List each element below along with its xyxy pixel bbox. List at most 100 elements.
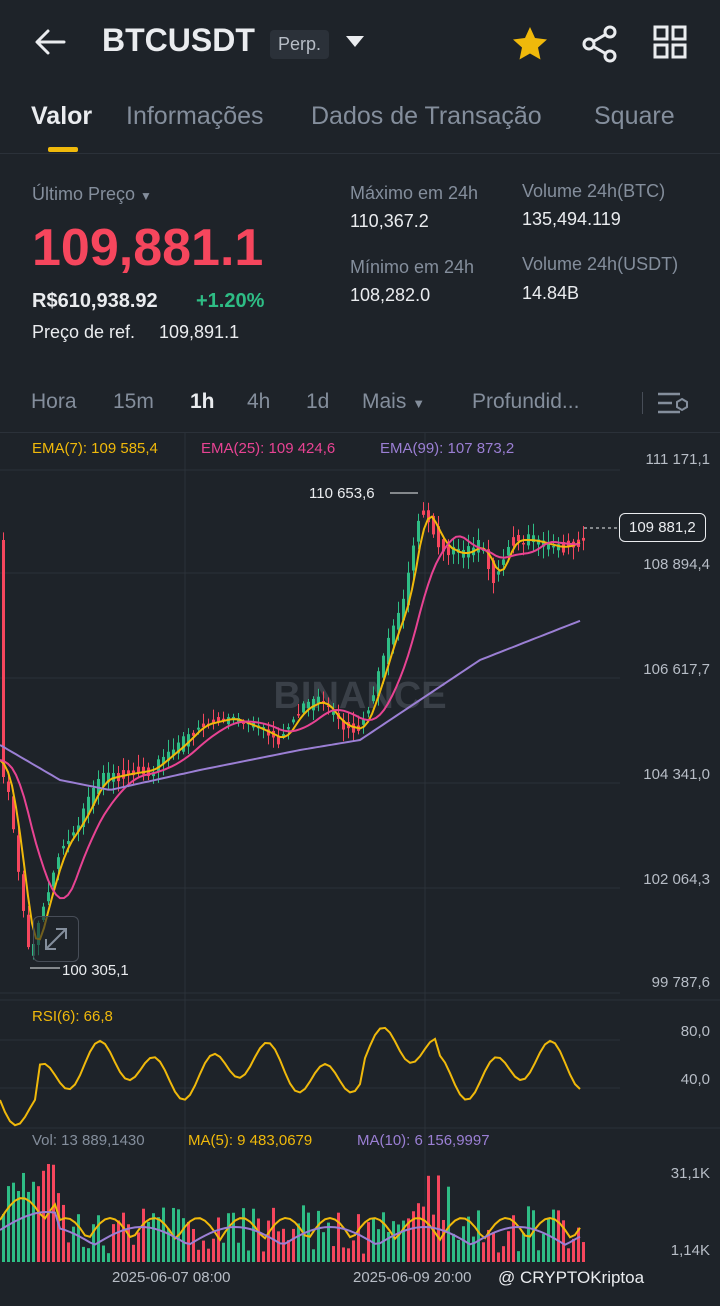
volume-bar [477, 1210, 480, 1262]
binance-watermark: BINANCE [273, 675, 446, 717]
candle-body [397, 612, 400, 630]
volume-bar [582, 1242, 585, 1262]
volume-bar [82, 1246, 85, 1262]
volume-bar [267, 1220, 270, 1262]
vol-axis-min: 1,14K [670, 1242, 710, 1259]
volume-bar [322, 1232, 325, 1262]
volume-bar [222, 1242, 225, 1262]
volume-bar [282, 1228, 285, 1262]
price-axis-5: 99 787,6 [651, 974, 710, 991]
volume-bar [182, 1218, 185, 1262]
expand-chart-icon[interactable] [33, 916, 79, 962]
volume-bar [257, 1218, 260, 1262]
rsi-axis-40: 40,0 [680, 1071, 710, 1088]
price-axis-2: 106 617,7 [643, 661, 710, 678]
volume-bar [262, 1251, 265, 1262]
candle-body [27, 914, 30, 948]
volume-bar [392, 1221, 395, 1262]
candle-body [512, 537, 515, 546]
volume-bar [97, 1215, 100, 1262]
candle-body [157, 759, 160, 772]
volume-bar [467, 1216, 470, 1262]
volume-bar [237, 1242, 240, 1262]
volume-bar [72, 1226, 75, 1262]
volume-bar [557, 1210, 560, 1262]
volume-bar [372, 1218, 375, 1262]
volume-bar [317, 1210, 320, 1262]
volume-bar [277, 1231, 280, 1262]
candle-body [307, 701, 310, 709]
candle-body [497, 571, 500, 575]
rsi-legend: RSI(6): 66,8 [32, 1008, 113, 1025]
ema25-legend: EMA(25): 109 424,6 [201, 440, 336, 457]
candlestick-chart[interactable]: BINANCE [0, 0, 720, 1306]
footer-credit: @ CRYPTOKriptoa [494, 1268, 649, 1288]
volume-bar [117, 1220, 120, 1262]
price-axis-0: 111 171,1 [645, 451, 710, 468]
volume-bar [152, 1213, 155, 1262]
volume-bars [0, 1164, 585, 1262]
vol-axis-max: 31,1K [670, 1165, 710, 1182]
watermark-text: BINANCE [273, 675, 446, 717]
volume-bar [62, 1204, 65, 1262]
candle-body [422, 510, 425, 515]
volume-bar [427, 1175, 430, 1262]
rsi-line [0, 1026, 581, 1127]
ma10-legend: MA(10): 6 156,9997 [357, 1132, 490, 1149]
volume-bar [552, 1209, 555, 1262]
volume-bar [362, 1253, 365, 1262]
volume-bar [212, 1238, 215, 1262]
candle-body [47, 892, 50, 902]
candle-body [67, 841, 70, 844]
volume-bar [377, 1229, 380, 1262]
volume-bar [432, 1214, 435, 1262]
candle-body [582, 537, 585, 541]
volume-bar [87, 1248, 90, 1262]
candle-body [412, 545, 415, 571]
candle-body [7, 781, 10, 792]
volume-bar [157, 1217, 160, 1262]
volume-bar [187, 1221, 190, 1262]
rsi-axis-80: 80,0 [680, 1023, 710, 1040]
volume-bar [572, 1238, 575, 1262]
volume-bar [422, 1206, 425, 1262]
volume-bar [527, 1206, 530, 1262]
time-axis-1: 2025-06-09 20:00 [353, 1269, 472, 1286]
volume-bar [112, 1224, 115, 1262]
candle-body [2, 540, 5, 777]
volume-bar [247, 1250, 250, 1262]
volume-bar [327, 1222, 330, 1262]
volume-bar [417, 1203, 420, 1262]
candle-body [417, 520, 420, 542]
volume-bar [132, 1244, 135, 1262]
volume-bar [142, 1208, 145, 1262]
volume-bar [367, 1222, 370, 1262]
volume-bar [202, 1240, 205, 1262]
volume-bar [312, 1249, 315, 1262]
volume-bar [227, 1213, 230, 1262]
volume-bar [252, 1208, 255, 1262]
volume-bar [547, 1217, 550, 1262]
volume-bar [347, 1248, 350, 1262]
volume-bar [542, 1233, 545, 1262]
volume-bar [272, 1207, 275, 1262]
volume-bar [162, 1207, 165, 1262]
volume-bar [2, 1214, 5, 1262]
volume-bar [122, 1212, 125, 1262]
volume-bar [287, 1240, 290, 1262]
volume-bar [242, 1208, 245, 1262]
volume-bar [532, 1210, 535, 1262]
candle-body [302, 703, 305, 713]
candle-body [62, 845, 65, 849]
volume-bar [442, 1219, 445, 1262]
high-marker-label: 110 653,6 [309, 485, 375, 502]
volume-bar [462, 1226, 465, 1262]
candle-body [292, 719, 295, 723]
candle-body [22, 874, 25, 911]
annotations [30, 492, 618, 969]
volume-bar [482, 1242, 485, 1262]
candle-body [502, 559, 505, 565]
volume-bar [497, 1252, 500, 1262]
candle-body [122, 770, 125, 779]
ema99-legend: EMA(99): 107 873,2 [380, 440, 515, 457]
